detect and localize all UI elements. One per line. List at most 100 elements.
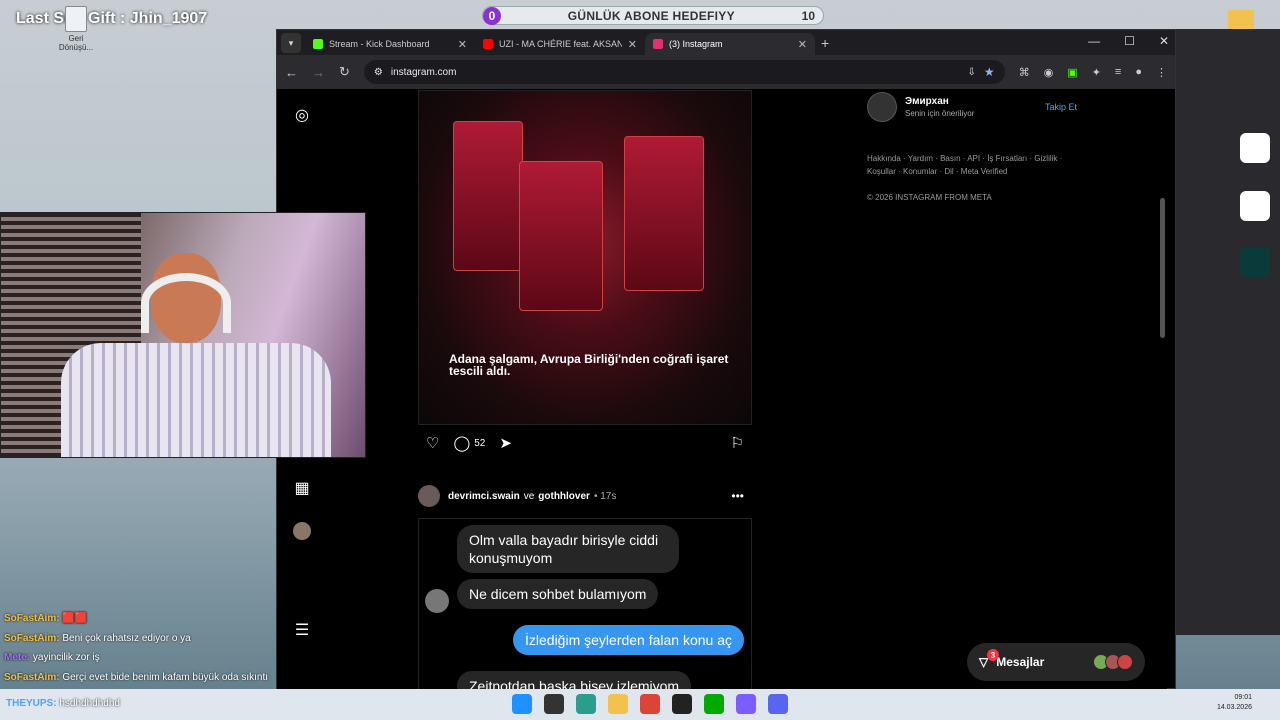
post-and: ve xyxy=(523,490,535,502)
close-icon[interactable]: ✕ xyxy=(628,38,637,51)
app-icon[interactable] xyxy=(704,694,724,714)
window-controls: — ☐ ✕ xyxy=(1088,34,1169,48)
extension-icon[interactable]: ◉ xyxy=(1044,66,1054,79)
bookmark-icon[interactable]: ⚐ xyxy=(731,434,744,452)
chat-bubble-out: İzlediğim şeylerden falan konu aç xyxy=(513,625,745,655)
close-window-icon[interactable]: ✕ xyxy=(1159,34,1169,48)
puzzle-icon[interactable]: ✦ xyxy=(1092,66,1101,79)
chat-user: SoFastAim: xyxy=(4,613,60,624)
suggested-name[interactable]: Эмирхан xyxy=(905,96,974,107)
folder-icon[interactable] xyxy=(1228,10,1254,30)
chat-line: THEYUPS: hsdhdhdhdhd xyxy=(6,698,120,709)
clock-time: 09:01 xyxy=(1234,694,1252,701)
post-username[interactable]: devrimci.swain xyxy=(448,491,520,502)
headphones-shape xyxy=(141,273,231,333)
explorer-icon[interactable] xyxy=(608,694,628,714)
messages-avatars xyxy=(1093,654,1133,670)
chat-screenshot-image[interactable]: Olm valla bayadır birisyle ciddi konuşmu… xyxy=(418,518,752,690)
post-header: devrimci.swain ve gothhlover • 17s ••• xyxy=(418,485,752,507)
avatar[interactable] xyxy=(867,92,897,122)
bookmark-star-icon[interactable]: ★ xyxy=(984,65,995,79)
scrollbar[interactable] xyxy=(1160,198,1165,338)
tab-bar: ▾ Stream - Kick Dashboard ✕ UZI - MA CHÉ… xyxy=(277,30,1175,55)
discord-icon[interactable] xyxy=(768,694,788,714)
post-caption-overlay: Adana şalgamı, Avrupa Birliği'nden coğra… xyxy=(449,352,729,378)
chat-avatar xyxy=(425,589,449,613)
minimize-icon[interactable]: — xyxy=(1088,34,1100,48)
extension-icon[interactable]: ▣ xyxy=(1067,66,1077,79)
footer-line-1[interactable]: Hakkında · Yardım · Basın · API · İş Fır… xyxy=(867,152,1087,165)
footer-links: Hakkında · Yardım · Basın · API · İş Fır… xyxy=(867,152,1087,178)
post-actions: ♡ ◯ 52 ➤ ⚐ xyxy=(418,432,752,454)
media-icon[interactable]: ≡ xyxy=(1115,66,1121,79)
footer-line-2[interactable]: Koşullar · Konumlar · Dil · Meta Verifie… xyxy=(867,165,1087,178)
tab-kick-dashboard[interactable]: Stream - Kick Dashboard ✕ xyxy=(305,33,475,55)
glass-shape xyxy=(624,136,704,291)
follow-button[interactable]: Takip Et xyxy=(1045,102,1077,112)
comment-icon[interactable]: ◯ xyxy=(453,434,470,452)
suggested-account: Эмирхан Senin için öneriliyor Takip Et xyxy=(867,92,1077,122)
install-icon[interactable]: ⇩ xyxy=(968,67,976,78)
close-icon[interactable]: ✕ xyxy=(458,38,467,51)
forward-icon[interactable]: → xyxy=(312,65,325,80)
clock-date: 14.03.2026 xyxy=(1216,704,1252,711)
chat-line: SoFastAim: Gerçi evet bide benim kafam b… xyxy=(4,668,304,684)
new-tab-button[interactable]: + xyxy=(821,35,829,51)
recycle-bin-desktop-icon[interactable]: Geri Dönüşü... xyxy=(58,6,94,52)
tab-search-button[interactable]: ▾ xyxy=(281,33,301,53)
chat-msg: yayincilik zor iş xyxy=(32,652,100,663)
post-image[interactable]: Adana şalgamı, Avrupa Birliği'nden coğra… xyxy=(418,90,752,425)
profile-avatar[interactable]: ● xyxy=(1135,66,1142,79)
tab-instagram[interactable]: (3) Instagram ✕ xyxy=(645,33,815,55)
chrome-icon[interactable] xyxy=(640,694,660,714)
maximize-icon[interactable]: ☐ xyxy=(1124,34,1135,48)
menu-icon[interactable]: ⋮ xyxy=(1156,66,1167,79)
league-icon[interactable] xyxy=(1240,247,1270,277)
like-heart-icon[interactable]: ♡ xyxy=(426,434,439,452)
chat-bubble-in: Zeitnotdan baska bisey izlemiyom xyxy=(457,671,692,690)
close-icon[interactable]: ✕ xyxy=(798,38,807,51)
extensions-bar: ⌘ ◉ ▣ ✦ ≡ ● ⋮ xyxy=(1019,66,1167,79)
background-app-window xyxy=(1176,29,1280,635)
chat-line: SoFastAim: Beni çok rahatsız ediyor o ya xyxy=(4,629,304,649)
goal-title: GÜNLÜK ABONE HEDEFIYY xyxy=(567,8,735,23)
address-bar[interactable]: ⚙ instagram.com ⇩ ★ xyxy=(363,60,1005,84)
dice-icon[interactable] xyxy=(1240,191,1270,221)
messages-button[interactable]: ▽ 3 Mesajlar xyxy=(967,643,1145,681)
tab-label: UZI - MA CHÉRIE feat. AKSAN (Ly... xyxy=(499,39,622,49)
url-text: instagram.com xyxy=(390,66,457,78)
back-icon[interactable]: ← xyxy=(285,65,298,80)
sims-icon[interactable] xyxy=(1240,133,1270,163)
chat-user: SoFastAim: xyxy=(4,632,60,644)
copyright: © 2026 INSTAGRAM FROM META xyxy=(867,193,992,202)
obs-icon[interactable] xyxy=(672,694,692,714)
messages-badge: 3 xyxy=(987,649,999,661)
recycle-bin-icon xyxy=(65,6,87,32)
glass-shape xyxy=(519,161,603,311)
edge-icon[interactable] xyxy=(576,694,596,714)
task-view-icon[interactable] xyxy=(544,694,564,714)
start-icon[interactable] xyxy=(512,694,532,714)
browser-window: ▾ Stream - Kick Dashboard ✕ UZI - MA CHÉ… xyxy=(276,29,1176,690)
avatar[interactable] xyxy=(418,485,440,507)
goal-current: 0 xyxy=(483,6,501,25)
system-clock[interactable]: 09:01 14.03.2026 xyxy=(1217,693,1252,713)
profile-icon[interactable] xyxy=(293,522,311,540)
stream-chat: SoFastAim: 🟥🟥 SoFastAim: Beni çok rahats… xyxy=(4,609,304,684)
tab-youtube[interactable]: UZI - MA CHÉRIE feat. AKSAN (Ly... ✕ xyxy=(475,33,645,55)
post-username-2[interactable]: gothhlover xyxy=(538,491,590,502)
chat-bubble-in: Olm valla bayadır birisyle ciddi konuşmu… xyxy=(457,525,679,573)
chat-line: Mete: yayincilik zor iş xyxy=(4,648,304,668)
toolbar: ← → ↻ ⚙ instagram.com ⇩ ★ ⌘ ◉ ▣ ✦ ≡ ● ⋮ xyxy=(277,55,1175,89)
insights-icon[interactable]: ▦ xyxy=(293,480,311,498)
last-sub-gift-text: Last Sub Gift : Jhin_1907 xyxy=(16,10,208,27)
app-icon[interactable] xyxy=(736,694,756,714)
taskbar-apps xyxy=(512,694,788,714)
translate-icon[interactable]: ⌘ xyxy=(1019,66,1030,79)
more-options-icon[interactable]: ••• xyxy=(731,489,744,503)
reload-icon[interactable]: ↻ xyxy=(339,64,350,80)
chat-msg: hsdhdhdhdhd xyxy=(59,698,120,709)
instagram-logo-icon[interactable]: ◎ xyxy=(293,107,311,125)
site-info-icon[interactable]: ⚙ xyxy=(374,67,383,78)
share-icon[interactable]: ➤ xyxy=(499,434,512,452)
